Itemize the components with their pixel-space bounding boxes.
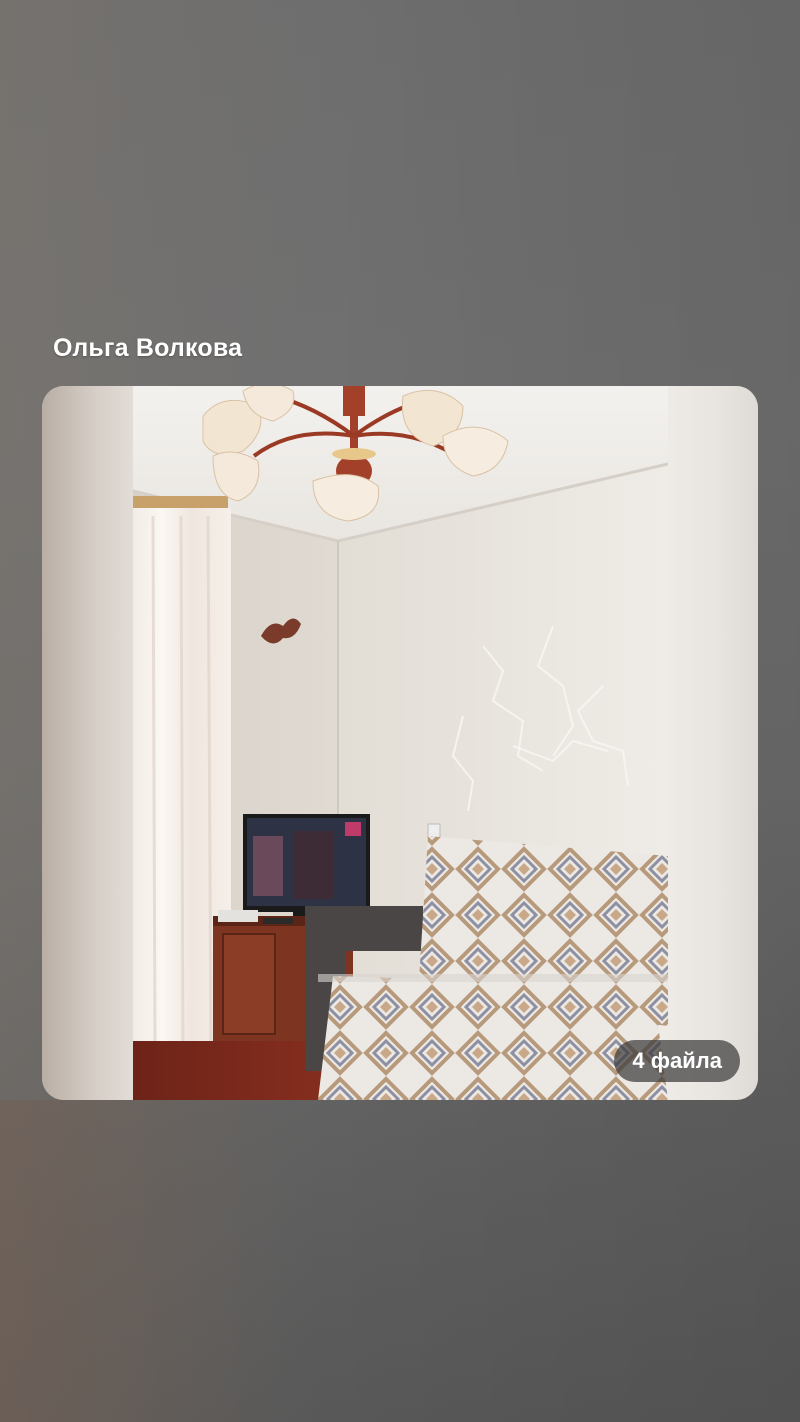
file-count-badge[interactable]: 4 файла — [614, 1040, 740, 1082]
author-name[interactable]: Ольга Волкова — [53, 334, 242, 363]
media-blur-right — [668, 386, 758, 1100]
room-photo-illustration — [133, 386, 668, 1100]
media-card[interactable]: 4 файла — [42, 386, 758, 1100]
background-blur-bottom — [0, 1100, 800, 1422]
room-photo[interactable] — [133, 386, 668, 1100]
media-blur-left — [42, 386, 133, 1100]
